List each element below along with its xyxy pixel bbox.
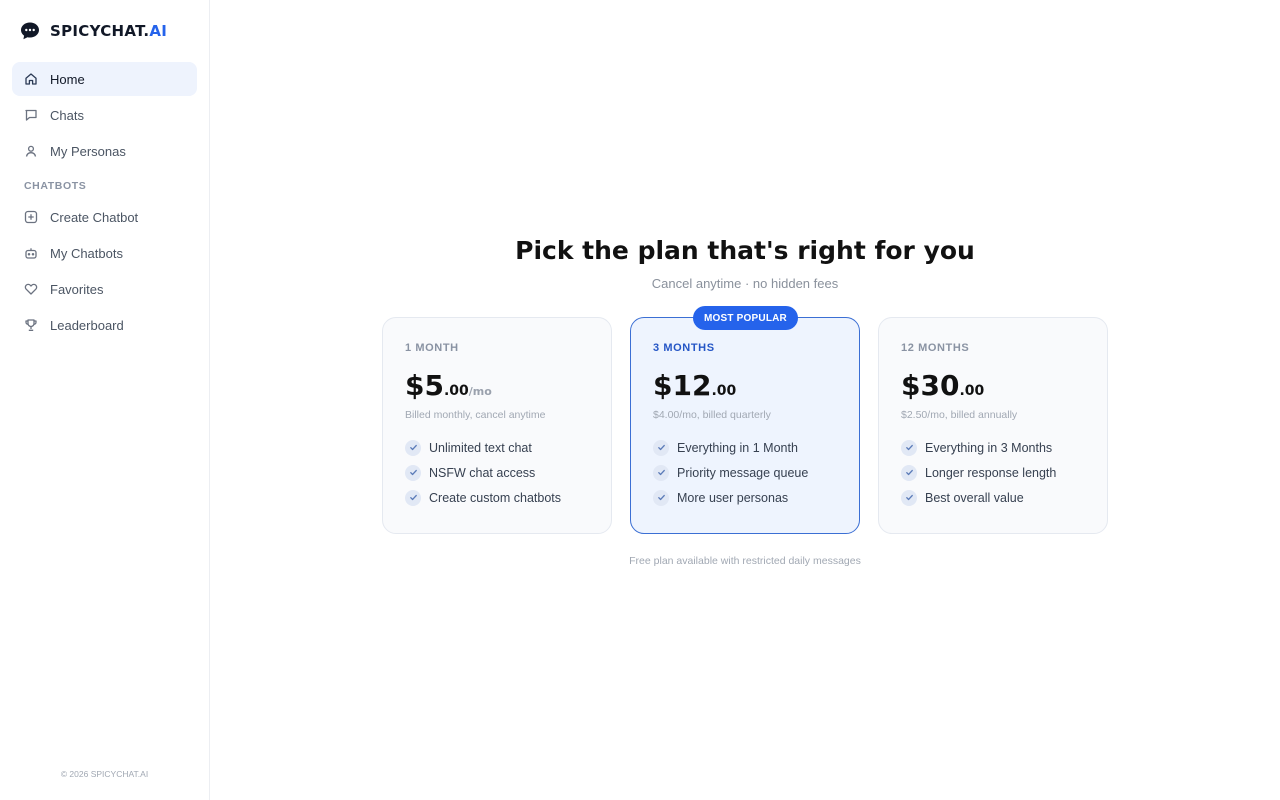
billing-note: $4.00/mo, billed quarterly xyxy=(653,409,771,421)
plan-name: 1 MONTH xyxy=(405,342,459,354)
sidebar-item-label: My Chatbots xyxy=(50,245,123,261)
price-whole: $30 xyxy=(901,369,960,402)
price-cents: .00 xyxy=(443,383,469,399)
feature-text: NSFW chat access xyxy=(429,465,536,480)
price-whole: $12 xyxy=(653,369,712,402)
feature-item: NSFW chat access xyxy=(405,460,561,485)
sidebar-item-label: My Personas xyxy=(50,143,126,159)
feature-text: Unlimited text chat xyxy=(429,440,532,455)
check-icon xyxy=(405,489,421,506)
home-icon xyxy=(24,72,38,86)
plan-price: $30.00 xyxy=(901,369,984,402)
sidebar-item-label: Favorites xyxy=(50,281,104,297)
feature-item: More user personas xyxy=(653,485,808,510)
bot-icon xyxy=(24,246,38,260)
brand-logo[interactable]: SPICYCHAT.AI xyxy=(20,20,167,42)
sidebar: SPICYCHAT.AI Home Chats My Personas CHAT… xyxy=(0,0,210,800)
sidebar-item-chats[interactable]: Chats xyxy=(12,98,197,132)
feature-item: Everything in 3 Months xyxy=(901,435,1056,460)
feature-item: Priority message queue xyxy=(653,460,808,485)
feature-item: Unlimited text chat xyxy=(405,435,561,460)
sidebar-item-my-personas[interactable]: My Personas xyxy=(12,134,197,168)
sidebar-item-label: Chats xyxy=(50,107,84,123)
free-plan-note: Free plan available with restricted dail… xyxy=(629,555,861,567)
check-icon xyxy=(405,464,421,481)
sidebar-item-my-chatbots[interactable]: My Chatbots xyxy=(12,236,197,270)
copyright-text: © 2026 SPICYCHAT.AI xyxy=(60,769,149,779)
feature-text: More user personas xyxy=(677,490,789,505)
feature-item: Best overall value xyxy=(901,485,1056,510)
plan-card-12-months[interactable]: 12 MONTHS $30.00 $2.50/mo, billed annual… xyxy=(878,317,1108,534)
plus-square-icon xyxy=(24,210,38,224)
feature-list: Everything in 3 Months Longer response l… xyxy=(901,435,1056,510)
trophy-icon xyxy=(24,318,38,332)
section-label-chatbots: CHATBOTS xyxy=(24,180,87,192)
feature-text: Longer response length xyxy=(925,465,1057,480)
sidebar-item-home[interactable]: Home xyxy=(12,62,197,96)
check-icon xyxy=(901,439,917,456)
page-subtitle: Cancel anytime · no hidden fees xyxy=(651,276,839,291)
feature-list: Everything in 1 Month Priority message q… xyxy=(653,435,808,510)
sidebar-item-label: Create Chatbot xyxy=(50,209,139,225)
feature-text: Create custom chatbots xyxy=(429,490,562,505)
sidebar-item-label: Home xyxy=(50,71,85,87)
feature-item: Longer response length xyxy=(901,460,1056,485)
sidebar-item-favorites[interactable]: Favorites xyxy=(12,272,197,306)
price-whole: $5 xyxy=(405,369,444,402)
chat-bubble-icon xyxy=(20,21,40,41)
check-icon xyxy=(653,464,669,481)
billing-note: $2.50/mo, billed annually xyxy=(901,409,1018,421)
feature-text: Best overall value xyxy=(925,490,1024,505)
plan-card-3-months[interactable]: MOST POPULAR 3 MONTHS $12.00 $4.00/mo, b… xyxy=(630,306,860,534)
price-cents: .00 xyxy=(959,383,985,399)
user-icon xyxy=(24,144,38,158)
check-icon xyxy=(405,439,421,456)
plan-price: $5.00/mo xyxy=(405,369,492,402)
check-icon xyxy=(653,439,669,456)
billing-note: Billed monthly, cancel anytime xyxy=(405,409,546,421)
check-icon xyxy=(653,489,669,506)
check-icon xyxy=(901,464,917,481)
plan-name: 3 MONTHS xyxy=(653,342,715,354)
plan-name: 12 MONTHS xyxy=(901,342,970,354)
sidebar-item-create-chatbot[interactable]: Create Chatbot xyxy=(12,200,197,234)
feature-item: Create custom chatbots xyxy=(405,485,561,510)
chat-icon xyxy=(24,108,38,122)
feature-text: Priority message queue xyxy=(677,465,809,480)
plan-price: $12.00 xyxy=(653,369,736,402)
page-title: Pick the plan that's right for you xyxy=(515,236,975,265)
sidebar-item-leaderboard[interactable]: Leaderboard xyxy=(12,308,197,342)
brand-name: SPICYCHAT.AI xyxy=(50,22,168,40)
main-content: Pick the plan that's right for you Cance… xyxy=(210,0,1280,800)
feature-text: Everything in 3 Months xyxy=(925,440,1053,455)
price-period: /mo xyxy=(468,385,492,398)
most-popular-badge: MOST POPULAR xyxy=(693,306,798,330)
feature-list: Unlimited text chat NSFW chat access Cre… xyxy=(405,435,561,510)
heart-icon xyxy=(24,282,38,296)
plan-card-1-month[interactable]: 1 MONTH $5.00/mo Billed monthly, cancel … xyxy=(382,317,612,534)
check-icon xyxy=(901,489,917,506)
sidebar-item-label: Leaderboard xyxy=(50,317,124,333)
feature-text: Everything in 1 Month xyxy=(677,440,798,455)
feature-item: Everything in 1 Month xyxy=(653,435,808,460)
price-cents: .00 xyxy=(711,383,737,399)
